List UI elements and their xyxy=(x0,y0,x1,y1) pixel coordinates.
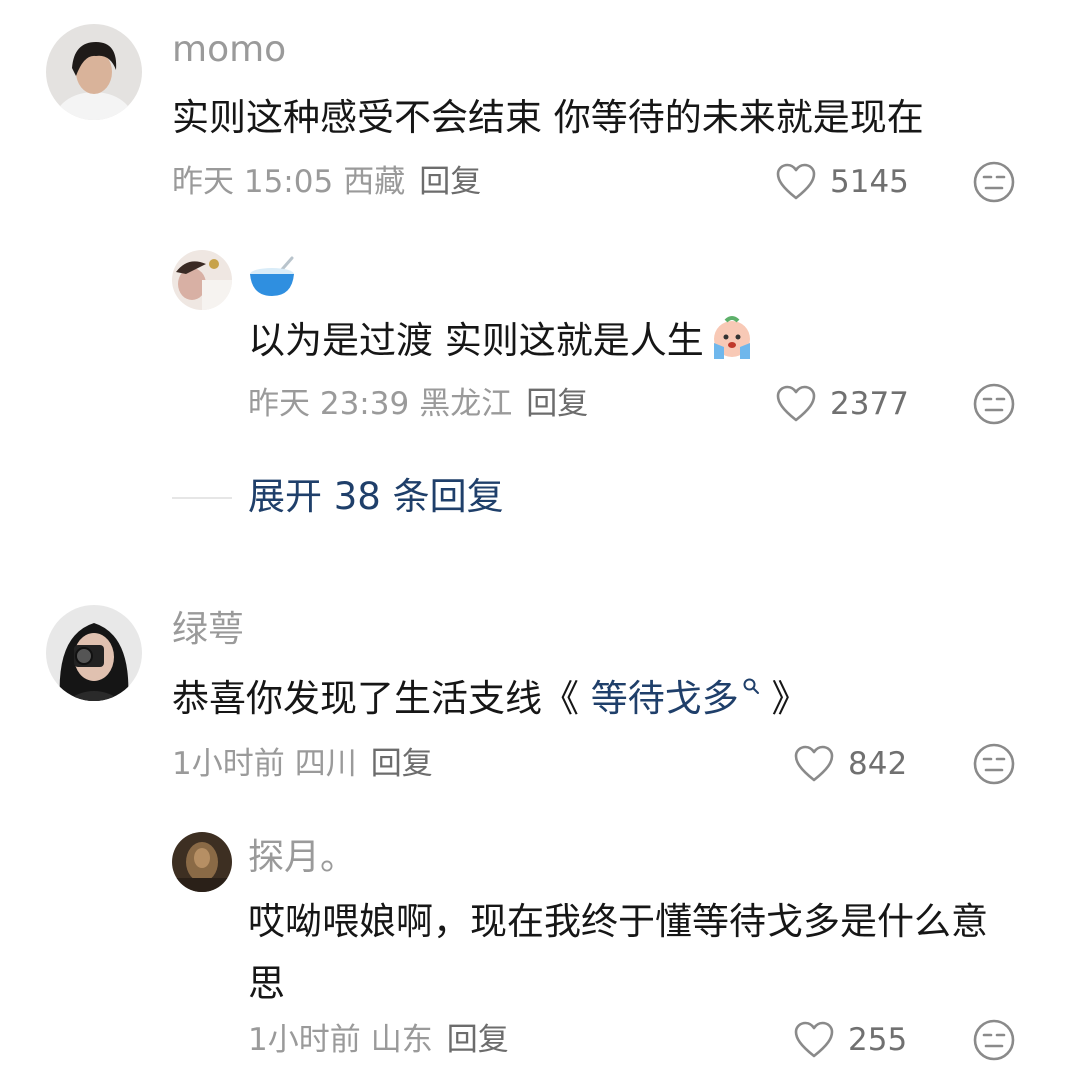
like-count: 2377 xyxy=(830,386,909,422)
comment-text-end: 》 xyxy=(771,677,809,720)
reply-meta: 1小时前 山东 回复 xyxy=(248,1020,509,1060)
reply-content[interactable]: 哎呦喂娘啊，现在我终于懂等待戈多是什么意思 xyxy=(248,891,1018,1015)
comment-meta: 昨天 15:05 西藏 回复 xyxy=(172,162,481,202)
reply-button[interactable]: 回复 xyxy=(371,746,433,782)
like-count: 255 xyxy=(848,1022,908,1058)
search-icon xyxy=(743,678,759,694)
comment-content[interactable]: 实则这种感受不会结束 你等待的未来就是现在 xyxy=(172,87,924,149)
expand-replies-button[interactable]: 展开 38 条回复 xyxy=(248,474,504,520)
heart-icon xyxy=(794,1021,834,1058)
avatar[interactable] xyxy=(172,250,232,310)
comment-time: 1小时前 xyxy=(172,746,285,782)
comment-text: 恭喜你发现了生活支线《 xyxy=(172,677,579,720)
dislike-button[interactable] xyxy=(972,382,1016,426)
meh-face-icon xyxy=(973,161,1015,203)
reply-location: 黑龙江 xyxy=(419,386,513,422)
like-button[interactable]: 255 xyxy=(794,1018,907,1062)
reply-text: 以为是过渡 实则这就是人生 xyxy=(248,319,704,362)
crying-face-emoji xyxy=(713,316,750,359)
bowl-spoon-emoji xyxy=(248,256,298,298)
like-button[interactable]: 842 xyxy=(794,742,907,786)
avatar[interactable] xyxy=(46,605,142,701)
reply-username[interactable]: 探月。 xyxy=(248,836,356,880)
meh-face-icon xyxy=(973,1019,1015,1061)
heart-icon xyxy=(776,385,816,422)
comment-content[interactable]: 恭喜你发现了生活支线《 等待戈多 》 xyxy=(172,668,809,730)
like-button[interactable]: 2377 xyxy=(776,382,909,426)
avatar[interactable] xyxy=(172,832,232,892)
comment-username[interactable]: momo xyxy=(172,28,286,72)
like-count: 842 xyxy=(848,746,908,782)
topic-link[interactable]: 等待戈多 xyxy=(591,677,760,720)
comment-location: 四川 xyxy=(294,746,357,782)
reply-meta: 昨天 23:39 黑龙江 回复 xyxy=(248,384,588,424)
like-count: 5145 xyxy=(830,164,909,200)
meh-face-icon xyxy=(973,383,1015,425)
heart-icon xyxy=(776,163,816,200)
comment-location: 西藏 xyxy=(343,164,406,200)
reply-button[interactable]: 回复 xyxy=(447,1022,509,1058)
meh-face-icon xyxy=(973,743,1015,785)
heart-icon xyxy=(794,745,834,782)
expand-divider xyxy=(172,497,232,499)
comment-time: 昨天 15:05 xyxy=(172,164,334,200)
dislike-button[interactable] xyxy=(972,160,1016,204)
reply-button[interactable]: 回复 xyxy=(419,164,481,200)
reply-time: 昨天 23:39 xyxy=(248,386,410,422)
reply-button[interactable]: 回复 xyxy=(526,386,588,422)
like-button[interactable]: 5145 xyxy=(776,160,909,204)
reply-location: 山东 xyxy=(370,1022,433,1058)
reply-content[interactable]: 以为是过渡 实则这就是人生 xyxy=(248,310,756,372)
comment-username[interactable]: 绿萼 xyxy=(172,608,244,652)
dislike-button[interactable] xyxy=(972,1018,1016,1062)
topic-link-label: 等待戈多 xyxy=(590,677,739,720)
comment-meta: 1小时前 四川 回复 xyxy=(172,744,433,784)
dislike-button[interactable] xyxy=(972,742,1016,786)
avatar[interactable] xyxy=(46,24,142,120)
reply-time: 1小时前 xyxy=(248,1022,361,1058)
